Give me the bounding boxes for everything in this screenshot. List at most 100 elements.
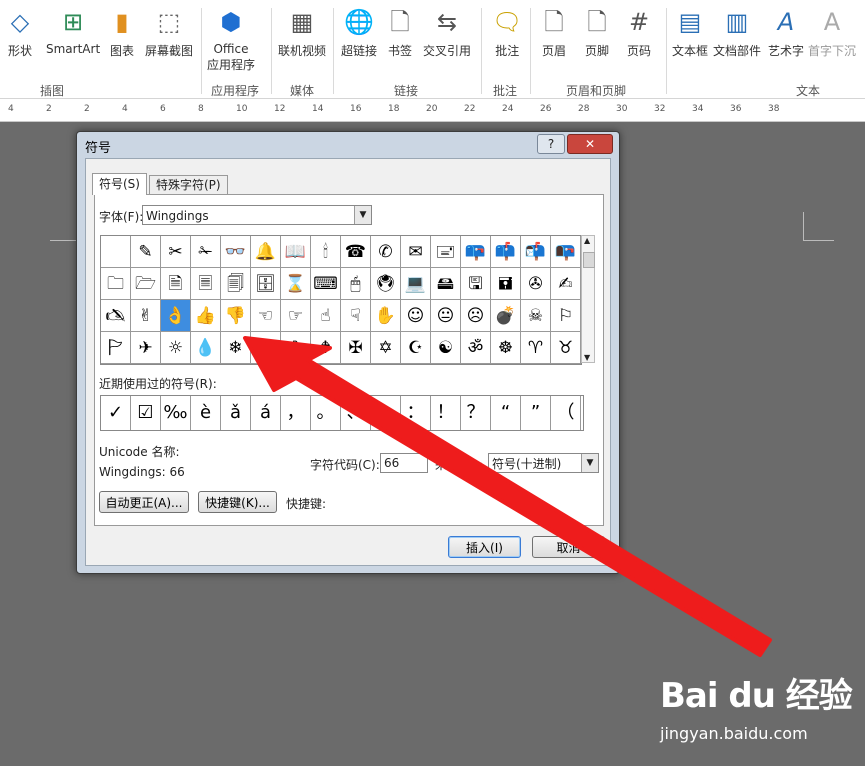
symbol-cell[interactable]: ☞ — [281, 300, 311, 332]
online-video-button[interactable]: ▦ 联机视频 — [278, 6, 326, 59]
symbol-cell[interactable]: ✡ — [371, 332, 401, 364]
symbol-cell[interactable]: 🗏 — [191, 268, 221, 300]
symbol-cell[interactable]: 🗀 — [101, 268, 131, 300]
shapes-button[interactable]: ◇ 形状 — [8, 6, 32, 59]
symbol-cell[interactable]: 🏱 — [101, 332, 131, 364]
drop-cap-button[interactable]: A 首字下沉 — [808, 6, 856, 59]
symbol-cell[interactable]: ☯ — [431, 332, 461, 364]
smartart-button[interactable]: ⊞ SmartArt — [46, 6, 100, 56]
symbol-cell[interactable]: 📬 — [521, 236, 551, 268]
recent-symbol-cell[interactable]: è — [191, 396, 221, 430]
symbol-cell[interactable]: ✋ — [371, 300, 401, 332]
textbox-button[interactable]: ▤ 文本框 — [672, 6, 708, 59]
symbol-cell-selected[interactable]: 👌 — [161, 300, 191, 332]
recent-symbol-cell[interactable]: （ — [551, 396, 581, 430]
symbol-cell[interactable]: ✆ — [371, 236, 401, 268]
footer-button[interactable]: 🗋 页脚 — [585, 6, 609, 59]
tab-special-characters[interactable]: 特殊字符(P) — [149, 175, 228, 194]
symbol-cell[interactable]: 🕆 — [251, 332, 281, 364]
recent-symbol-cell[interactable]: ， — [281, 396, 311, 430]
symbol-cell[interactable]: ⌨ — [311, 268, 341, 300]
symbol-cell[interactable]: 📭 — [551, 236, 581, 268]
symbol-cell[interactable]: ☟ — [341, 300, 371, 332]
symbol-cell[interactable]: ॐ — [461, 332, 491, 364]
symbol-cell[interactable]: 🗎 — [161, 268, 191, 300]
recent-symbol-cell[interactable]: á — [251, 396, 281, 430]
symbol-cell[interactable]: ⌛ — [281, 268, 311, 300]
symbol-cell[interactable]: 👍 — [191, 300, 221, 332]
symbol-cell[interactable]: 👎 — [221, 300, 251, 332]
shortcut-key-button[interactable]: 快捷键(K)... — [198, 491, 277, 513]
symbol-cell[interactable]: ☹ — [461, 300, 491, 332]
symbol-cell[interactable]: 🕈 — [311, 332, 341, 364]
symbol-cell[interactable]: 💻 — [401, 268, 431, 300]
symbol-cell[interactable]: 🖬 — [491, 268, 521, 300]
symbol-cell[interactable]: ✁ — [191, 236, 221, 268]
symbol-cell[interactable]: 💣 — [491, 300, 521, 332]
symbol-cell[interactable]: ❄ — [221, 332, 251, 364]
symbol-cell[interactable]: ☼ — [161, 332, 191, 364]
symbol-cell[interactable]: 👓 — [221, 236, 251, 268]
recent-symbol-cell[interactable]: 、 — [341, 396, 371, 430]
symbol-cell[interactable]: ♉ — [551, 332, 581, 364]
symbol-cell[interactable]: ✉ — [401, 236, 431, 268]
font-select[interactable]: Wingdings ▼ — [142, 205, 372, 225]
symbol-cell[interactable]: 📫 — [491, 236, 521, 268]
symbol-grid-scrollbar[interactable]: ▲ ▼ — [581, 235, 595, 363]
screenshot-button[interactable]: ⬚ 屏幕截图 — [145, 6, 193, 59]
recent-symbol-cell[interactable]: ☑ — [131, 396, 161, 430]
recent-symbol-cell[interactable]: ？ — [461, 396, 491, 430]
symbol-cell[interactable]: 🖴 — [431, 268, 461, 300]
symbol-cell[interactable]: ✎ — [131, 236, 161, 268]
comment-button[interactable]: 🗨 批注 — [492, 6, 522, 59]
insert-button[interactable]: 插入(I) — [448, 536, 521, 558]
recent-symbol-cell[interactable]: 。 — [311, 396, 341, 430]
bookmark-button[interactable]: 🗋 书签 — [388, 6, 412, 59]
scrollbar-thumb[interactable] — [583, 252, 595, 268]
chart-button[interactable]: ▮ 图表 — [110, 6, 134, 59]
chevron-down-icon[interactable]: ▼ — [354, 206, 371, 224]
symbol-cell[interactable]: ☎ — [341, 236, 371, 268]
office-apps-button[interactable]: ⬢ Office 应用程序 — [207, 6, 255, 73]
symbol-cell[interactable]: 📖 — [281, 236, 311, 268]
header-button[interactable]: 🗋 页眉 — [542, 6, 566, 59]
recent-symbol-cell[interactable]: ‰ — [161, 396, 191, 430]
symbol-cell[interactable]: 🗄 — [251, 268, 281, 300]
symbol-cell[interactable]: ☜ — [251, 300, 281, 332]
symbol-cell[interactable]: 😐 — [431, 300, 461, 332]
symbol-cell[interactable]: 💧 — [191, 332, 221, 364]
symbol-cell[interactable]: ✍ — [551, 268, 581, 300]
symbol-cell[interactable]: 🔔 — [251, 236, 281, 268]
symbol-cell[interactable]: ⚐ — [551, 300, 581, 332]
scroll-down-icon[interactable]: ▼ — [584, 353, 590, 362]
recent-symbol-cell[interactable]: ！ — [431, 396, 461, 430]
symbol-cell[interactable]: ✞ — [281, 332, 311, 364]
autocorrect-button[interactable]: 自动更正(A)... — [99, 491, 189, 513]
symbol-cell[interactable]: 📪 — [461, 236, 491, 268]
recent-symbol-cell[interactable]: ✓ — [101, 396, 131, 430]
page-number-button[interactable]: # 页码 — [627, 6, 651, 59]
symbol-cell[interactable]: 🖲 — [371, 268, 401, 300]
cancel-button[interactable]: 取消 — [532, 536, 605, 558]
symbol-cell[interactable]: 🗐 — [221, 268, 251, 300]
chevron-down-icon[interactable]: ▼ — [581, 454, 598, 472]
symbol-cell[interactable]: ☸ — [491, 332, 521, 364]
symbol-cell[interactable]: ✇ — [521, 268, 551, 300]
symbol-cell[interactable]: ☺ — [401, 300, 431, 332]
symbol-cell[interactable]: ☪ — [401, 332, 431, 364]
cross-reference-button[interactable]: ⇆ 交叉引用 — [423, 6, 471, 59]
recent-symbol-cell[interactable]: ǎ — [221, 396, 251, 430]
symbol-cell[interactable]: ☠ — [521, 300, 551, 332]
symbol-cell[interactable] — [101, 236, 131, 268]
scroll-up-icon[interactable]: ▲ — [584, 236, 590, 245]
symbol-cell[interactable]: ☝ — [311, 300, 341, 332]
symbol-cell[interactable]: 🖱 — [341, 268, 371, 300]
hyperlink-button[interactable]: 🌐 超链接 — [341, 6, 377, 59]
symbol-cell[interactable]: 🗁 — [131, 268, 161, 300]
symbol-cell[interactable]: ✠ — [341, 332, 371, 364]
from-select[interactable]: 符号(十进制) ▼ — [488, 453, 599, 473]
char-code-input[interactable]: 66 — [380, 453, 428, 473]
tab-symbols[interactable]: 符号(S) — [92, 173, 147, 195]
quick-parts-button[interactable]: ▥ 文档部件 — [713, 6, 761, 59]
symbol-cell[interactable]: 🖫 — [461, 268, 491, 300]
